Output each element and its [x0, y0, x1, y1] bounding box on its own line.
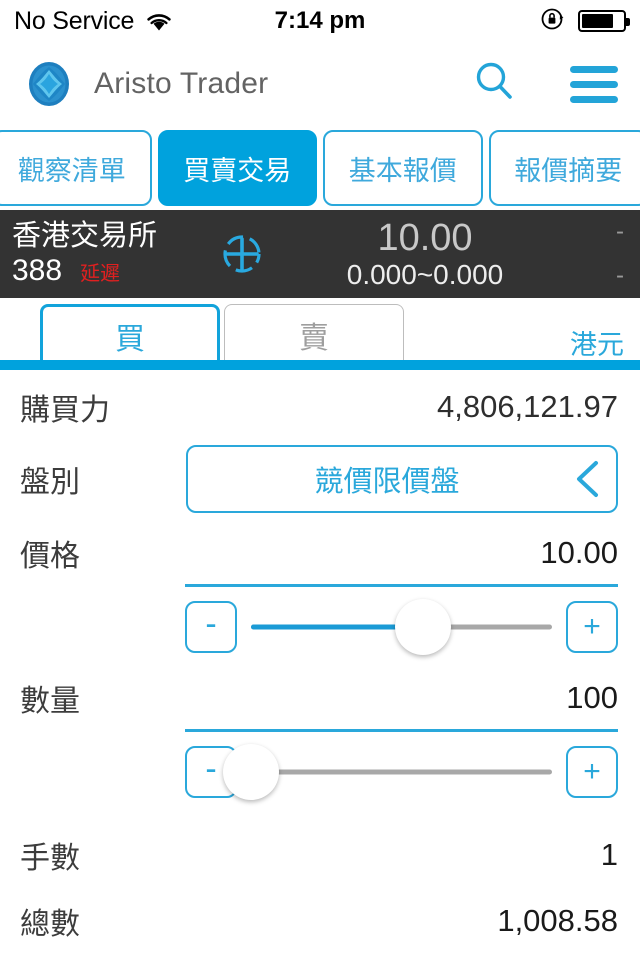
app-header-actions — [472, 59, 618, 110]
row-quantity: 數量 100 — [0, 667, 640, 729]
order-type-value: 競價限價盤 — [188, 458, 560, 500]
search-icon[interactable] — [472, 59, 518, 110]
order-type-select[interactable]: 競價限價盤 — [186, 445, 618, 513]
tab-quote-summary-label: 報價摘要 — [514, 149, 622, 188]
crosshair-target-icon[interactable] — [216, 228, 268, 280]
price-increment-label: + — [583, 612, 601, 642]
currency-label: 港元 — [570, 323, 624, 362]
tab-watchlist-label: 觀察清單 — [18, 149, 126, 188]
price-increment-button[interactable]: + — [566, 601, 618, 653]
quote-last-price: 10.00 — [377, 219, 472, 259]
quote-identity: 香港交易所 388 延遲 — [12, 221, 202, 288]
side-tabs: 買 賣 — [40, 304, 404, 364]
row-lots: 手數 1 — [0, 812, 640, 886]
tab-basic-quote-label: 基本報價 — [349, 149, 457, 188]
wifi-icon — [144, 10, 174, 32]
price-slider[interactable] — [251, 601, 552, 653]
row-buying-power: 購買力 4,806,121.97 — [0, 370, 640, 436]
carrier-label: No Service — [14, 7, 134, 36]
stock-code: 388 — [12, 254, 62, 287]
hamburger-menu-icon[interactable] — [570, 66, 618, 103]
quantity-stepper-row: - + — [0, 732, 640, 812]
quantity-slider[interactable] — [251, 746, 552, 798]
quantity-label: 數量 — [20, 676, 80, 720]
app-logo-icon — [24, 59, 74, 109]
app-screen: No Service 7:14 pm — [0, 0, 640, 920]
tab-basic-quote[interactable]: 基本報價 — [323, 130, 483, 206]
side-tab-bar: 買 賣 港元 — [0, 298, 640, 370]
price-value[interactable]: 10.00 — [540, 535, 618, 571]
quote-bar[interactable]: 香港交易所 388 延遲 10.00 0.000~0.000 - - — [0, 210, 640, 298]
price-decrement-label: - — [205, 607, 216, 641]
quantity-increment-button[interactable]: + — [566, 746, 618, 798]
quantity-value[interactable]: 100 — [566, 680, 618, 716]
chevron-left-icon[interactable] — [560, 457, 616, 501]
lots-label: 手數 — [20, 833, 80, 877]
battery-icon — [578, 10, 626, 32]
buying-power-value: 4,806,121.97 — [437, 389, 618, 425]
row-total: 總數 1,008.58 — [0, 886, 640, 956]
buying-power-label: 購買力 — [20, 385, 110, 429]
tab-trade-label: 買賣交易 — [183, 149, 291, 188]
quote-range: 0.000~0.000 — [347, 260, 504, 289]
tab-sell-label: 賣 — [299, 313, 329, 357]
app-title: Aristo Trader — [94, 67, 268, 101]
tab-buy[interactable]: 買 — [40, 304, 220, 364]
quote-values: 10.00 0.000~0.000 — [272, 219, 578, 289]
order-form: 購買力 4,806,121.97 盤別 競價限價盤 價格 10.00 - — [0, 370, 640, 956]
quantity-slider-track — [251, 770, 552, 775]
price-stepper-row: - + — [0, 587, 640, 667]
tab-sell[interactable]: 賣 — [224, 304, 404, 364]
order-type-label: 盤別 — [20, 457, 80, 501]
delay-badge: 延遲 — [80, 257, 120, 286]
rotation-lock-icon — [540, 6, 566, 37]
total-label: 總數 — [20, 899, 80, 943]
quote-sub: 388 延遲 — [12, 254, 202, 287]
price-slider-thumb[interactable] — [395, 599, 451, 655]
quantity-decrement-label: - — [205, 752, 216, 786]
app-header: Aristo Trader — [0, 42, 640, 126]
total-value: 1,008.58 — [497, 903, 618, 939]
row-order-type: 盤別 競價限價盤 — [0, 436, 640, 522]
main-tab-bar: 觀察清單 買賣交易 基本報價 報價摘要 — [0, 126, 640, 210]
tab-trade[interactable]: 買賣交易 — [158, 130, 318, 206]
quote-change-percent: - — [616, 264, 624, 288]
status-bar-right — [540, 6, 626, 37]
tab-buy-label: 買 — [115, 314, 145, 358]
side-tab-underline — [0, 360, 640, 370]
quote-change: - — [616, 220, 624, 244]
price-label: 價格 — [20, 531, 80, 575]
quantity-slider-thumb[interactable] — [223, 744, 279, 800]
status-bar: No Service 7:14 pm — [0, 0, 640, 42]
exchange-name: 香港交易所 — [12, 221, 202, 253]
lots-value: 1 — [601, 837, 618, 873]
status-bar-left: No Service — [14, 7, 174, 36]
tab-watchlist[interactable]: 觀察清單 — [0, 130, 152, 206]
row-price: 價格 10.00 — [0, 522, 640, 584]
price-decrement-button[interactable]: - — [185, 601, 237, 653]
tab-quote-summary[interactable]: 報價摘要 — [489, 130, 640, 206]
quantity-increment-label: + — [583, 757, 601, 787]
quote-change-values: - - — [578, 220, 624, 288]
